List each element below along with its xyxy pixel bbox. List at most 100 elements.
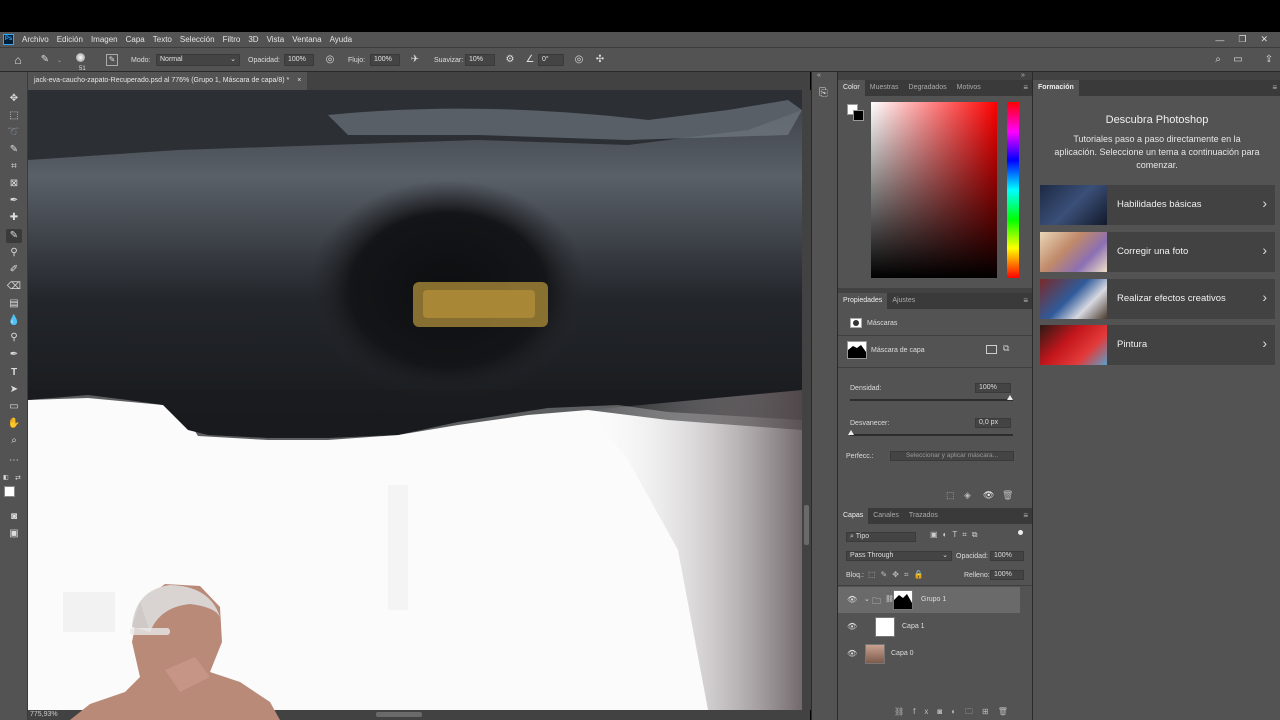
tab-formacion[interactable]: Formación [1033,80,1079,96]
search-icon[interactable]: ⌕ [1211,53,1225,67]
more-tools-icon[interactable]: ⋯ [6,454,22,468]
chevron-down-icon[interactable]: ⌄ [57,48,62,73]
vector-mask-icon[interactable]: ⧉ [1003,343,1009,354]
rectangle-tool-icon[interactable]: ▭ [6,400,22,414]
screen-mode-icon[interactable]: ▣ [6,527,22,541]
gradient-tool-icon[interactable]: ▤ [6,297,22,311]
collapse-arrows-icon[interactable]: » [1021,72,1025,79]
menu-filtro[interactable]: Filtro [223,35,241,44]
default-colors-icon[interactable]: ◧ [3,474,11,482]
menu-3d[interactable]: 3D [248,35,258,44]
menu-seleccion[interactable]: Selección [180,35,215,44]
menu-capa[interactable]: Capa [126,35,145,44]
pressure-size-icon[interactable]: ◎ [572,53,586,67]
horizontal-scroll-thumb[interactable] [376,712,422,717]
tab-color[interactable]: Color [838,80,865,96]
color-field[interactable] [871,102,997,278]
close-button[interactable]: ✕ [1260,34,1268,45]
collapse-arrows-icon[interactable]: « [817,72,821,79]
history-panel-icon[interactable]: ⎘ [819,87,828,100]
lock-icons[interactable]: ⬚✎✥⌗🔒 [868,570,928,580]
quick-mask-icon[interactable]: ◙ [6,510,22,524]
eye-icon[interactable]: 👁 [847,595,857,604]
panel-menu-icon[interactable]: ≡ [1023,80,1028,96]
menu-ayuda[interactable]: Ayuda [330,35,353,44]
tab-ajustes[interactable]: Ajustes [887,293,920,309]
layer-opacity-field[interactable]: 100% [990,551,1024,561]
tab-muestras[interactable]: Muestras [865,80,904,96]
smoothing-field[interactable]: 10% [465,54,495,66]
tab-degradados[interactable]: Degradados [904,80,952,96]
frame-tool-icon[interactable]: ⊠ [6,177,22,191]
pressure-opacity-icon[interactable]: ◎ [323,53,337,67]
restore-button[interactable]: ❐ [1238,34,1246,45]
swap-colors-icon[interactable]: ⇄ [15,474,21,482]
hand-tool-icon[interactable]: ✋ [6,417,22,431]
tab-motivos[interactable]: Motivos [952,80,986,96]
panel-menu-icon[interactable]: ≡ [1272,80,1277,96]
background-color-swatch[interactable] [853,110,864,121]
hue-slider[interactable] [1007,102,1019,278]
eye-icon[interactable]: 👁 [847,649,857,658]
layer-mask-thumbnail[interactable] [893,590,913,610]
learn-card-corregir[interactable]: Corregir una foto › [1040,232,1275,272]
zoom-tool-icon[interactable]: ⌕ [6,434,22,448]
quick-select-tool-icon[interactable]: ✎ [6,143,22,157]
layer-name[interactable]: Capa 0 [891,650,914,657]
feather-field[interactable]: 0,0 px [975,418,1011,428]
filter-toggle[interactable] [1018,530,1023,535]
history-brush-icon[interactable]: ✐ [6,263,22,277]
layer-filter-icons[interactable]: ▣◐T⌗⧉ [930,530,983,540]
angle-field[interactable]: 0° [538,54,564,66]
blur-tool-icon[interactable]: 💧 [6,314,22,328]
density-slider-thumb[interactable] [1007,395,1013,400]
learn-card-efectos[interactable]: Realizar efectos creativos › [1040,279,1275,319]
pen-tool-icon[interactable]: ✒ [6,348,22,362]
learn-card-habilidades[interactable]: Habilidades básicas › [1040,185,1275,225]
opacity-field[interactable]: 100% [284,54,314,66]
home-icon[interactable]: ⌂ [11,53,25,67]
layer-row-grupo-1[interactable]: 👁 ⌄ 🗀 ⛓ Grupo 1 [838,587,1020,613]
load-selection-icon[interactable]: ⬚ [946,490,955,501]
marquee-tool-icon[interactable]: ⬚ [6,109,22,123]
layer-row-capa-0[interactable]: 👁 Capa 0 [838,641,1020,667]
brush-tool-icon[interactable]: ✎ [38,53,52,67]
mode-select[interactable]: Normal ⌄ [156,54,240,66]
tab-propiedades[interactable]: Propiedades [838,293,888,309]
path-select-tool-icon[interactable]: ➤ [6,383,22,397]
select-and-mask-button[interactable]: Seleccionar y aplicar máscara... [890,451,1014,461]
tab-canales[interactable]: Canales [868,508,904,524]
tab-trazados[interactable]: Trazados [904,508,943,524]
feather-slider[interactable] [850,434,1013,436]
layer-filter-select[interactable]: ⌕ Tipo [846,532,916,542]
select-mask-icon[interactable] [986,345,997,354]
symmetry-icon[interactable]: ✣ [593,53,607,67]
document-tab[interactable]: jack-eva-caucho-zapato-Recuperado.psd al… [28,72,308,90]
apply-mask-icon[interactable]: ◈ [964,490,971,501]
dodge-tool-icon[interactable]: ⚲ [6,331,22,345]
chevron-down-icon[interactable]: ⌄ [864,595,870,603]
gear-icon[interactable]: ⚙ [503,53,517,67]
tab-capas[interactable]: Capas [838,508,869,524]
layer-name[interactable]: Grupo 1 [921,596,946,603]
healing-tool-icon[interactable]: ✚ [6,211,22,225]
layer-name[interactable]: Capa 1 [902,623,925,630]
type-tool-icon[interactable]: T [6,366,22,380]
share-icon[interactable]: ⇪ [1262,53,1276,67]
brush-tool-icon[interactable]: ✎ [6,229,22,243]
close-tab-icon[interactable]: × [297,77,301,84]
brush-settings-icon[interactable]: ✎ [106,54,118,66]
stamp-tool-icon[interactable]: ⚲ [6,246,22,260]
flow-field[interactable]: 100% [370,54,400,66]
blend-mode-select[interactable]: Pass Through ⌄ [846,551,952,561]
lasso-tool-icon[interactable]: ➰ [6,126,22,140]
menu-imagen[interactable]: Imagen [91,35,118,44]
move-tool-icon[interactable]: ✥ [6,92,22,106]
density-slider[interactable] [850,399,1013,401]
minimize-button[interactable]: — [1215,35,1224,45]
workspace-icon[interactable]: ▭ [1231,53,1245,67]
eye-icon[interactable]: 👁 [847,622,857,631]
eyedropper-tool-icon[interactable]: ✒ [6,194,22,208]
panel-menu-icon[interactable]: ≡ [1023,508,1028,524]
crop-tool-icon[interactable]: ⌗ [6,160,22,174]
